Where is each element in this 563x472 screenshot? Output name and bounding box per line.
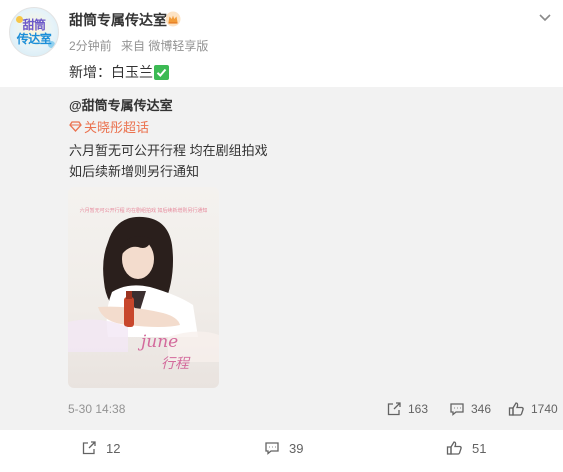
comment-button[interactable]: 39 xyxy=(264,440,303,456)
comment-count: 346 xyxy=(471,402,492,416)
crown-badge-icon xyxy=(165,11,181,27)
post-text: 新增：白玉兰 xyxy=(69,64,153,80)
repost-text-line: 六月暂无可公开行程 均在剧组拍戏 xyxy=(69,143,268,158)
post-meta: 2分钟前 来自 微博轻享版 xyxy=(69,37,214,54)
share-icon xyxy=(82,441,96,455)
username[interactable]: 甜筒专属传达室 xyxy=(69,10,167,30)
repost-image[interactable]: 六月暂无可公开行程 均在剧组拍戏 如后续新增则另行通知 june 行程 xyxy=(68,187,219,388)
repost-count: 12 xyxy=(106,440,121,456)
comment-icon xyxy=(265,442,279,455)
image-script-text: 行程 xyxy=(161,355,189,371)
repost-button[interactable]: 12 xyxy=(81,440,120,456)
comment-icon xyxy=(450,403,464,416)
diamond-icon xyxy=(69,121,82,132)
image-script-text: june xyxy=(141,332,179,352)
repost-like-button[interactable]: 1740 xyxy=(508,401,558,417)
repost-comment-button[interactable]: 346 xyxy=(449,401,491,417)
like-count: 51 xyxy=(472,440,487,456)
comment-count: 39 xyxy=(289,440,304,456)
like-button[interactable]: 51 xyxy=(446,440,486,456)
chevron-down-icon[interactable] xyxy=(537,9,553,25)
portrait-illustration xyxy=(68,216,219,362)
check-box-icon xyxy=(154,64,169,80)
thumbs-up-icon xyxy=(508,402,524,416)
post-content: 新增：白玉兰 xyxy=(69,62,169,82)
post-source: 来自 微博轻享版 xyxy=(121,39,209,53)
repost-author[interactable]: @甜筒专属传达室 xyxy=(69,95,173,114)
share-icon xyxy=(387,402,401,416)
thumbs-up-icon xyxy=(446,441,462,455)
like-count: 1740 xyxy=(531,402,558,416)
repost-count: 163 xyxy=(408,402,429,416)
repost-text-line: 如后续新增则另行通知 xyxy=(69,164,200,179)
repost-time[interactable]: 5-30 14:38 xyxy=(68,402,125,416)
avatar-text: 甜筒 xyxy=(22,18,46,32)
topic-label: 关晓彤超话 xyxy=(84,120,150,135)
post-time[interactable]: 2分钟前 xyxy=(69,39,112,53)
avatar-text: 传达室 xyxy=(16,32,52,46)
avatar[interactable]: 甜筒 传达室 xyxy=(9,7,59,57)
topic-link[interactable]: 关晓彤超话 xyxy=(69,117,149,136)
repost-repost-button[interactable]: 163 xyxy=(386,401,428,417)
